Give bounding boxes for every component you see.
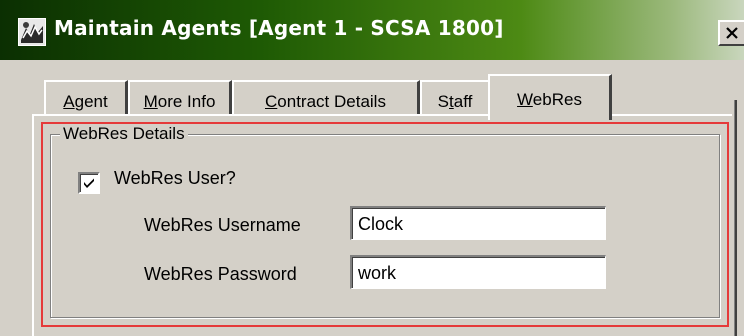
window-title: Maintain Agents [Agent 1 - SCSA 1800] — [54, 16, 504, 40]
app-icon — [18, 18, 46, 46]
webres-password-input[interactable]: work — [350, 255, 606, 289]
tab-staff-label: aff — [453, 92, 473, 111]
title-bar[interactable]: Maintain Agents [Agent 1 - SCSA 1800] — [0, 0, 744, 60]
maintain-agents-window: Maintain Agents [Agent 1 - SCSA 1800] Ag… — [0, 0, 744, 336]
webres-password-label: WebRes Password — [144, 264, 297, 284]
tab-contract-details-label: ontract Details — [277, 92, 386, 111]
webres-username-label: WebRes Username — [144, 215, 301, 235]
checkmark-icon — [84, 178, 94, 188]
tab-agent-label: gent — [74, 92, 108, 111]
webres-user-checkbox[interactable] — [78, 172, 100, 194]
panel-right-edge — [734, 100, 737, 336]
tab-more-info-mnemonic: M — [143, 92, 158, 111]
webres-username-input[interactable]: Clock — [350, 206, 606, 240]
tab-agent[interactable]: Agent — [44, 80, 128, 116]
dialog-body: Agent More Info Contract Details Staff W… — [0, 60, 744, 336]
tab-contract-details-mnemonic: C — [265, 92, 278, 111]
webres-user-label[interactable]: WebRes User? — [114, 168, 236, 189]
tab-staff-prefix: S — [437, 92, 449, 111]
tab-more-info-label: ore Info — [157, 92, 216, 111]
tab-contract-details[interactable]: Contract Details — [232, 80, 420, 116]
groupbox-title: WebRes Details — [60, 124, 188, 144]
close-button[interactable] — [718, 20, 744, 46]
tab-agent-mnemonic: A — [63, 92, 75, 111]
tab-webres-label: ebRes — [532, 90, 582, 109]
close-icon — [726, 27, 738, 39]
tab-webres[interactable]: WebRes — [488, 74, 612, 120]
tab-webres-mnemonic: W — [517, 90, 533, 109]
tab-staff[interactable]: Staff — [420, 80, 488, 116]
tab-more-info[interactable]: More Info — [128, 80, 232, 116]
